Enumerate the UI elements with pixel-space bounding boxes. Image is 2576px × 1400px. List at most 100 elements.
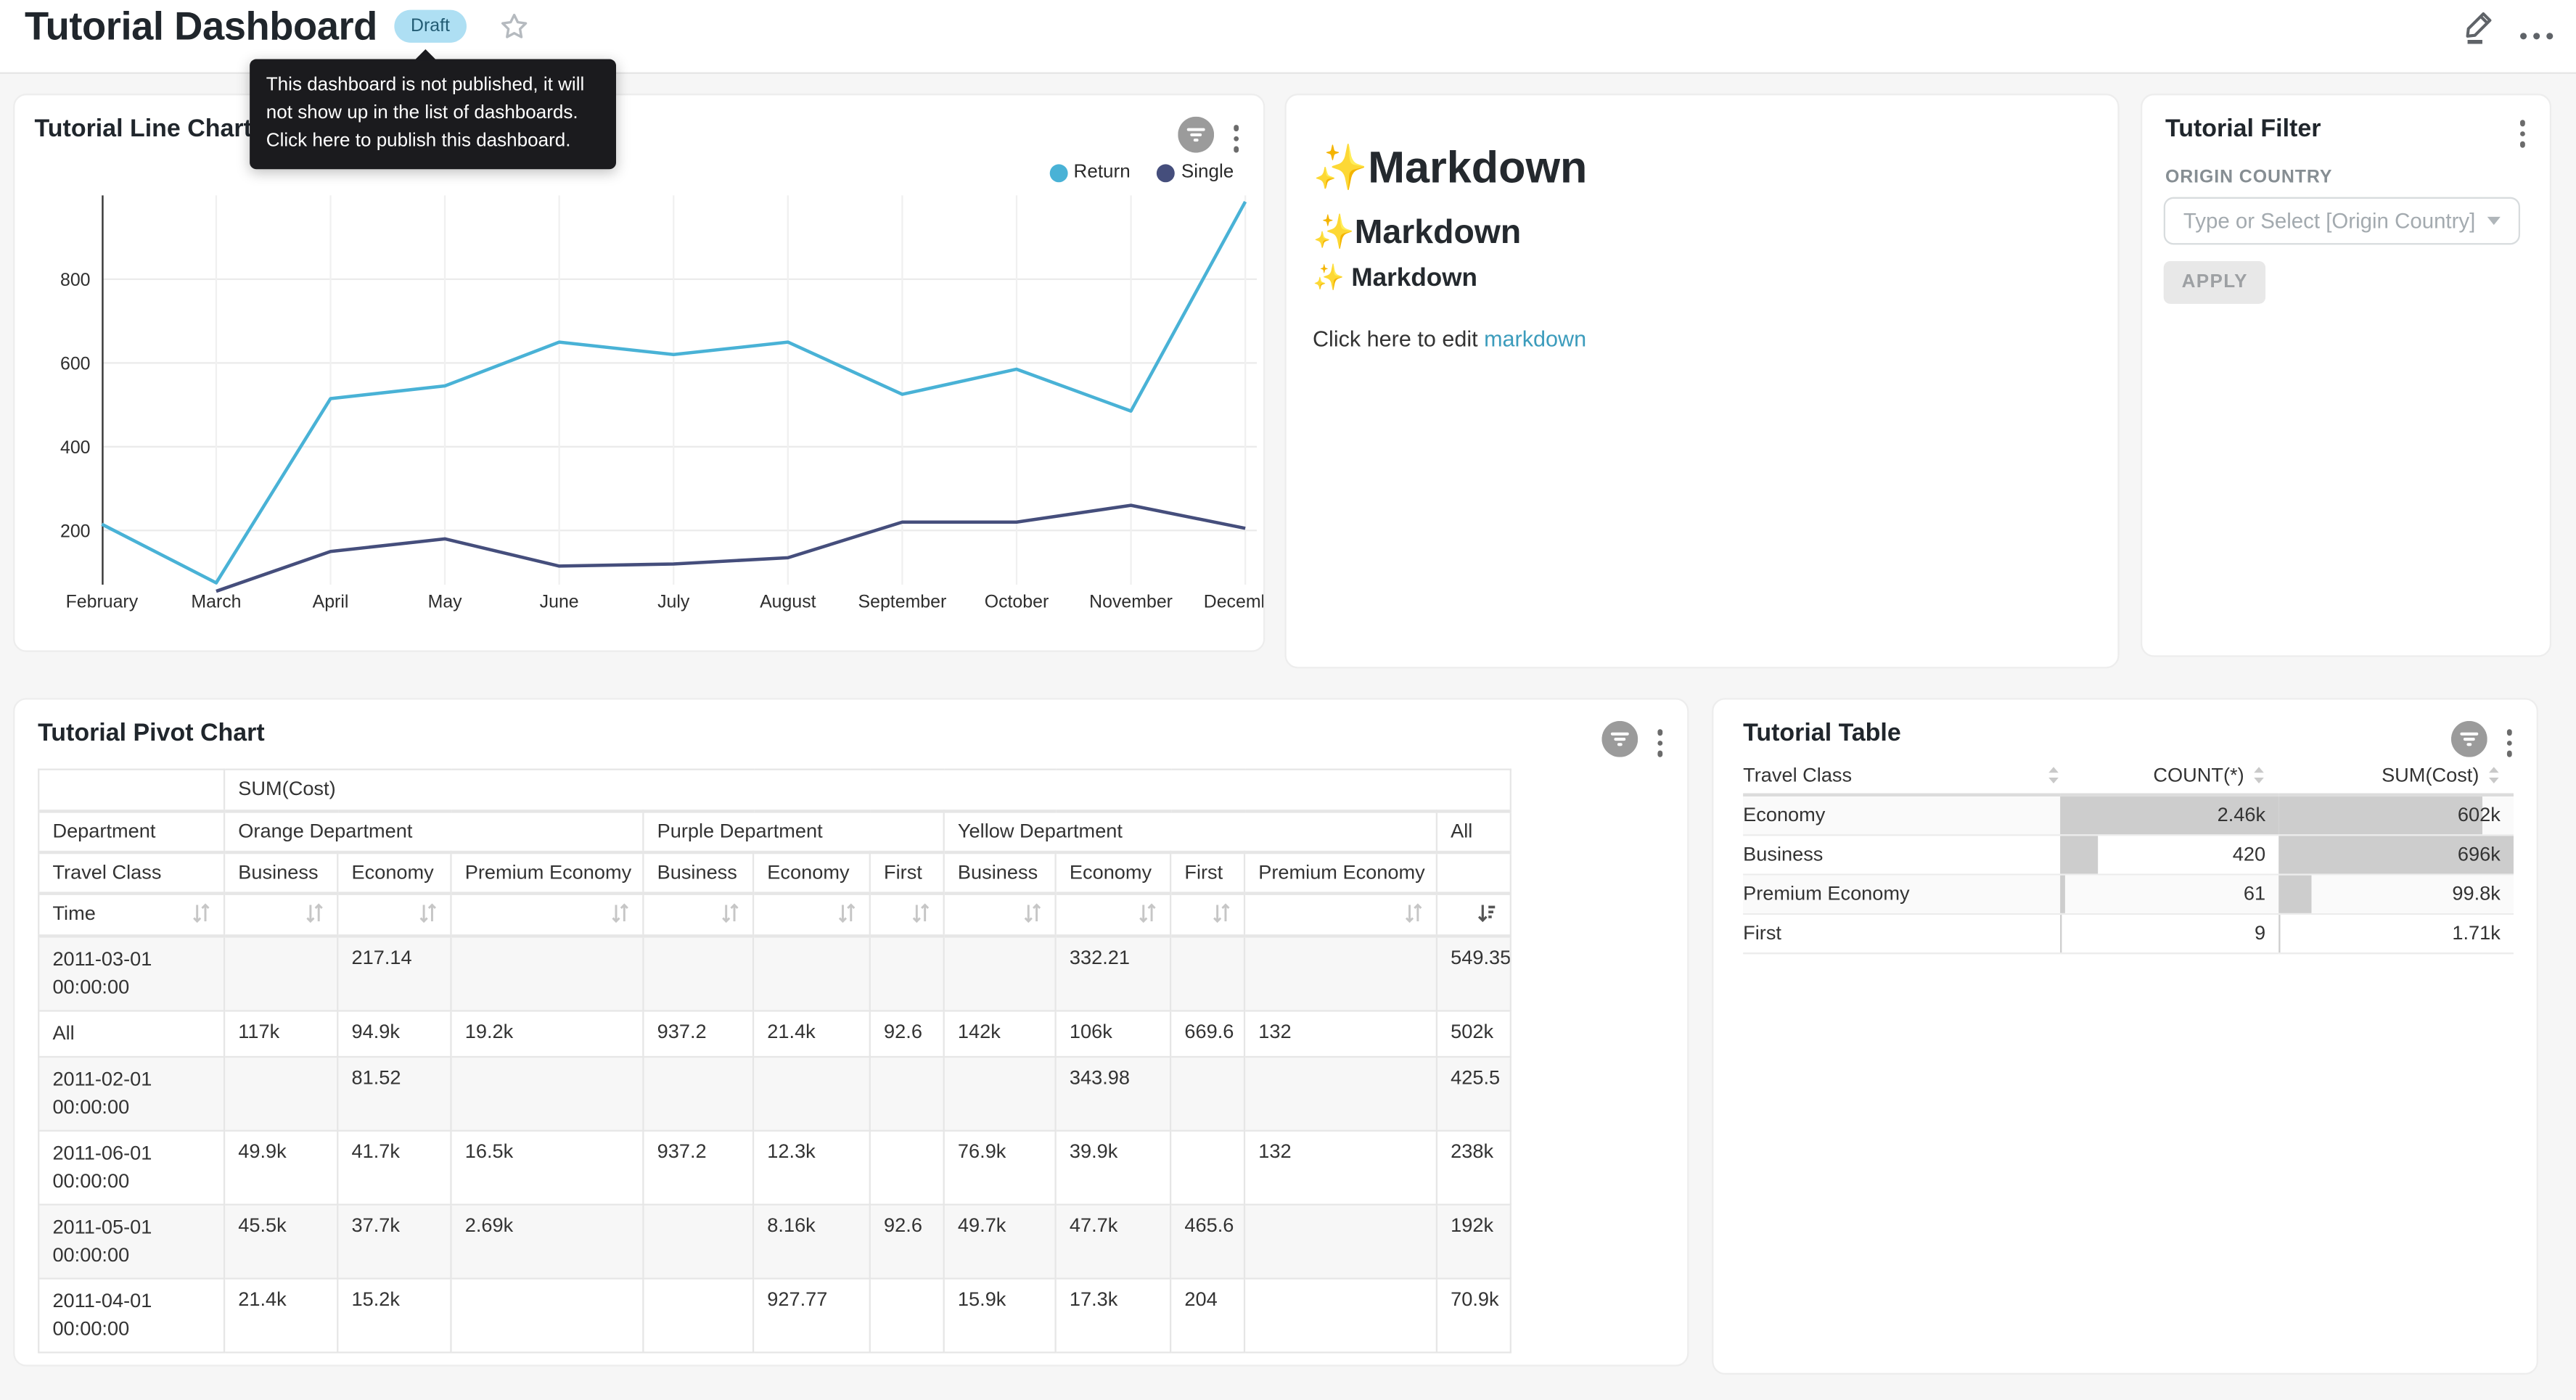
pivot-col-header: Business bbox=[944, 852, 1056, 893]
table-row: Premium Economy6199.8k bbox=[1743, 873, 2514, 913]
sort-icon[interactable] bbox=[912, 904, 930, 923]
pivot-cell bbox=[643, 1277, 753, 1351]
filter-options-icon[interactable] bbox=[2514, 117, 2530, 150]
pivot-cell bbox=[1244, 1277, 1437, 1351]
table-row: Economy2.46k602k bbox=[1743, 795, 2514, 834]
col-header-count[interactable]: COUNT(*) bbox=[2060, 755, 2278, 794]
pivot-col-header: Premium Economy bbox=[451, 852, 643, 893]
origin-country-select[interactable]: Type or Select [Origin Country] bbox=[2164, 197, 2520, 245]
sort-icon[interactable] bbox=[1023, 904, 1041, 923]
pivot-travel-class-label: Travel Class bbox=[38, 852, 224, 893]
sort-icon[interactable] bbox=[838, 904, 856, 923]
cell-sum-cost: 1.71k bbox=[2278, 913, 2514, 952]
svg-text:February: February bbox=[66, 592, 139, 612]
pivot-row-label: 2011-04-01 00:00:00 bbox=[38, 1277, 224, 1351]
cell-sum-cost: 696k bbox=[2278, 834, 2514, 873]
pivot-cell bbox=[870, 1130, 944, 1204]
pivot-cell bbox=[451, 1277, 643, 1351]
pivot-cell: 106k bbox=[1056, 1010, 1170, 1055]
pivot-cell: 238k bbox=[1437, 1130, 1511, 1204]
pivot-cell: 45.5k bbox=[224, 1204, 337, 1278]
publish-tooltip[interactable]: This dashboard is not published, it will… bbox=[250, 59, 616, 170]
pivot-chart-card: Tutorial Pivot Chart SUM(Cost)Department… bbox=[13, 698, 1689, 1366]
col-header-travel-class[interactable]: Travel Class bbox=[1743, 755, 2060, 794]
chart-options-icon[interactable] bbox=[1228, 122, 1244, 155]
pivot-cell bbox=[224, 1056, 337, 1130]
pivot-col-header: Premium Economy bbox=[1244, 852, 1437, 893]
cell-sum-cost: 602k bbox=[2278, 795, 2514, 834]
svg-text:400: 400 bbox=[60, 437, 91, 458]
pivot-row: All117k94.9k19.2k937.221.4k92.6142k106k6… bbox=[38, 1010, 1511, 1055]
pivot-cell: 142k bbox=[944, 1010, 1056, 1055]
markdown-edit-link[interactable]: markdown bbox=[1484, 327, 1586, 352]
applied-filters-icon[interactable] bbox=[1601, 721, 1637, 765]
pivot-time-header: Time bbox=[38, 893, 224, 936]
sort-icon[interactable] bbox=[192, 902, 210, 922]
pivot-cell: 8.16k bbox=[753, 1204, 870, 1278]
chevron-down-icon bbox=[2487, 217, 2501, 225]
column-sort-icon[interactable] bbox=[2252, 765, 2265, 784]
chart-options-icon[interactable] bbox=[1652, 726, 1668, 759]
pivot-cell: 49.9k bbox=[224, 1130, 337, 1204]
pivot-col-header: First bbox=[1170, 852, 1244, 893]
pivot-row-label: All bbox=[38, 1010, 224, 1055]
apply-button[interactable]: APPLY bbox=[2164, 261, 2266, 304]
pivot-cell: 81.52 bbox=[337, 1056, 451, 1130]
sum-bar bbox=[2278, 875, 2312, 913]
pivot-cell: 19.2k bbox=[451, 1010, 643, 1055]
pivot-col-header: First bbox=[870, 852, 944, 893]
sort-icon[interactable] bbox=[721, 904, 739, 923]
pivot-cell: 2.69k bbox=[451, 1204, 643, 1278]
pivot-cell: 132 bbox=[1244, 1130, 1437, 1204]
edit-pencil-icon[interactable] bbox=[2461, 7, 2498, 54]
cell-count: 2.46k bbox=[2060, 795, 2278, 834]
pivot-cell: 15.2k bbox=[337, 1277, 451, 1351]
pivot-cell bbox=[224, 935, 337, 1010]
svg-text:600: 600 bbox=[60, 353, 91, 374]
sort-icon[interactable] bbox=[419, 904, 437, 923]
sort-icon[interactable] bbox=[611, 904, 629, 923]
sort-icon[interactable] bbox=[1139, 904, 1157, 923]
svg-text:March: March bbox=[191, 592, 241, 612]
pivot-cell: 17.3k bbox=[1056, 1277, 1170, 1351]
pivot-cell: 117k bbox=[224, 1010, 337, 1055]
pivot-col-header: Business bbox=[224, 852, 337, 893]
pivot-cell: 47.7k bbox=[1056, 1204, 1170, 1278]
sort-icon[interactable] bbox=[1405, 904, 1423, 923]
draft-status-badge[interactable]: Draft bbox=[394, 10, 466, 43]
pivot-cell: 37.7k bbox=[337, 1204, 451, 1278]
pivot-cell bbox=[1170, 935, 1244, 1010]
sort-icon[interactable] bbox=[305, 904, 324, 923]
pivot-row-label: 2011-05-01 00:00:00 bbox=[38, 1204, 224, 1278]
pivot-cell: 70.9k bbox=[1437, 1277, 1511, 1351]
line-chart-plot[interactable]: 200400600800FebruaryMarchAprilMayJuneJul… bbox=[15, 178, 1265, 652]
pivot-cell: 549.35 bbox=[1437, 935, 1511, 1010]
cell-sum-cost: 99.8k bbox=[2278, 873, 2514, 913]
favorite-star-icon[interactable] bbox=[499, 12, 529, 41]
series-single[interactable] bbox=[216, 506, 1245, 591]
sort-desc-icon[interactable] bbox=[1477, 904, 1496, 923]
pivot-cell bbox=[944, 935, 1056, 1010]
pivot-cell: 21.4k bbox=[224, 1277, 337, 1351]
pivot-metric-header: SUM(Cost) bbox=[224, 770, 1511, 811]
svg-text:200: 200 bbox=[60, 521, 91, 541]
count-bar bbox=[2060, 835, 2097, 873]
markdown-h2: ✨Markdown bbox=[1313, 212, 2091, 255]
tooltip-line: not show up in the list of dashboards. bbox=[266, 100, 600, 128]
pivot-cell: 332.21 bbox=[1056, 935, 1170, 1010]
pivot-cell bbox=[870, 1277, 944, 1351]
column-sort-icon[interactable] bbox=[2487, 765, 2501, 784]
table-card-title: Tutorial Table bbox=[1743, 720, 1901, 747]
column-sort-icon[interactable] bbox=[2047, 765, 2060, 784]
cell-travel-class: Business bbox=[1743, 834, 2060, 873]
more-actions-icon[interactable] bbox=[2520, 14, 2553, 46]
pivot-cell: 41.7k bbox=[337, 1130, 451, 1204]
sort-icon[interactable] bbox=[1213, 904, 1231, 923]
table-row: First91.71k bbox=[1743, 913, 2514, 952]
col-header-sum-cost[interactable]: SUM(Cost) bbox=[2278, 755, 2514, 794]
tooltip-line: Click here to publish this dashboard. bbox=[266, 128, 600, 156]
svg-text:July: July bbox=[657, 592, 690, 612]
pivot-card-title: Tutorial Pivot Chart bbox=[38, 720, 265, 747]
cell-count: 9 bbox=[2060, 913, 2278, 952]
applied-filters-icon[interactable] bbox=[1177, 117, 1213, 161]
